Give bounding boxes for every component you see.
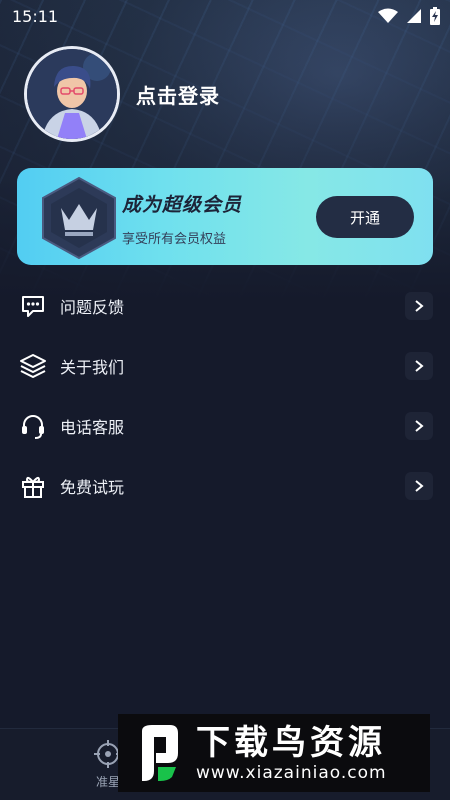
status-bar: 15:11 bbox=[0, 0, 450, 32]
watermark: 下载鸟资源 www.xiazainiao.com bbox=[118, 714, 430, 792]
vip-subtitle: 享受所有会员权益 bbox=[122, 232, 227, 247]
watermark-url: www.xiazainiao.com bbox=[196, 763, 387, 783]
avatar-character-icon bbox=[27, 49, 117, 139]
activate-vip-button[interactable]: 开通 bbox=[316, 196, 414, 238]
wifi-icon bbox=[378, 8, 398, 23]
crown-badge-icon bbox=[42, 176, 116, 260]
menu-item-label: 电话客服 bbox=[60, 418, 125, 437]
menu-item-label: 问题反馈 bbox=[60, 298, 125, 317]
vip-title: 成为超级会员 bbox=[122, 194, 243, 216]
gift-icon bbox=[18, 471, 48, 501]
menu-item-phone-service[interactable]: 电话客服 bbox=[0, 396, 450, 456]
login-text[interactable]: 点击登录 bbox=[136, 80, 220, 109]
menu-list: 问题反馈 关于我们 电话客服 免费试玩 bbox=[0, 276, 450, 516]
layers-icon bbox=[18, 351, 48, 381]
menu-item-label: 免费试玩 bbox=[60, 478, 125, 497]
chevron-right-icon bbox=[405, 352, 433, 380]
avatar[interactable] bbox=[24, 46, 120, 142]
battery-icon bbox=[430, 7, 440, 25]
bird-logo-icon bbox=[142, 725, 178, 781]
chevron-right-icon bbox=[405, 412, 433, 440]
watermark-title: 下载鸟资源 bbox=[196, 723, 386, 763]
menu-item-free-trial[interactable]: 免费试玩 bbox=[0, 456, 450, 516]
tab-label: 准星 bbox=[95, 775, 120, 789]
feedback-icon bbox=[18, 291, 48, 321]
status-time: 15:11 bbox=[12, 6, 59, 26]
chevron-right-icon bbox=[405, 472, 433, 500]
chevron-right-icon bbox=[405, 292, 433, 320]
profile-section[interactable]: 点击登录 bbox=[24, 46, 220, 142]
menu-item-about[interactable]: 关于我们 bbox=[0, 336, 450, 396]
menu-item-feedback[interactable]: 问题反馈 bbox=[0, 276, 450, 336]
signal-icon bbox=[407, 9, 421, 23]
headset-icon bbox=[18, 411, 48, 441]
menu-item-label: 关于我们 bbox=[60, 358, 125, 377]
